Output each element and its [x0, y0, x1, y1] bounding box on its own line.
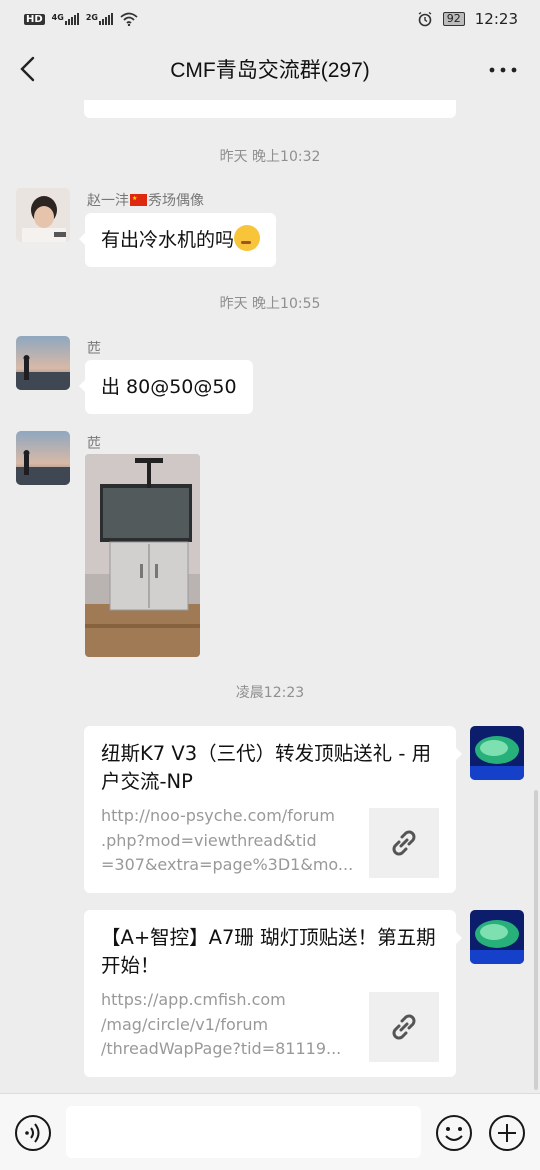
avatar[interactable]: [16, 188, 70, 242]
self-avatar[interactable]: [470, 910, 524, 964]
status-right: 92 12:23: [417, 10, 518, 28]
timestamp: 昨天 晚上10:55: [219, 296, 321, 312]
status-time: 12:23: [474, 10, 518, 28]
sender-name-suffix: 秀场偶像: [148, 193, 204, 209]
card-url-line: http://noo-psyche.com/forum: [101, 806, 335, 825]
chat-title: CMF青岛交流群(297): [170, 59, 370, 82]
status-bar: HD 4G 2G 92 12:23: [0, 0, 540, 38]
sim2-signal-icon: 2G: [86, 13, 113, 25]
more-dots-icon[interactable]: [488, 60, 518, 80]
previous-message-bubble[interactable]: [84, 100, 456, 118]
card-url-line: /threadWapPage?tid=81119...: [101, 1039, 342, 1058]
scrollbar[interactable]: [534, 790, 538, 1090]
message-bubble[interactable]: 出 80@50@50: [79, 360, 253, 414]
link-thumbnail: [369, 808, 439, 878]
message-bubble[interactable]: 有出冷水机的吗: [78, 213, 277, 267]
link-icon: [392, 1014, 416, 1040]
alarm-icon: [418, 11, 432, 27]
card-title: 纽斯K7 V3（三代）转发顶贴送礼 - 用户交流-NP: [101, 742, 432, 793]
chevron-left-icon[interactable]: [14, 52, 44, 86]
link-thumbnail: [369, 992, 439, 1062]
sender-name-part: 赵一沣: [87, 193, 129, 209]
card-url: https://app.cmfish.com /mag/circle/v1/fo…: [101, 988, 355, 1062]
battery-indicator: 92: [442, 12, 465, 26]
flag-icon: ★: [130, 194, 147, 206]
timestamp: 凌晨12:23: [235, 685, 305, 701]
sender-name: 赵一沣 ★ 秀场偶像: [87, 190, 204, 210]
hd-badge: HD: [24, 13, 45, 25]
sender-name: 苉: [87, 436, 101, 452]
card-url-line: =307&extra=page%3D1&mo...: [101, 855, 354, 874]
message-text: 有出冷水机的吗: [101, 229, 235, 251]
chat-header: CMF青岛交流群(297): [0, 38, 540, 100]
link-card[interactable]: 【A+智控】A7珊 瑚灯顶贴送！第五期开始！ https://app.cmfis…: [84, 910, 462, 1077]
emoji-icon[interactable]: [435, 1114, 473, 1152]
avatar[interactable]: [16, 336, 70, 390]
sender-name: 苉: [87, 341, 101, 357]
card-url-line: .php?mod=viewthread&tid: [101, 830, 317, 850]
aquarium-photo[interactable]: [85, 454, 200, 657]
card-url: http://noo-psyche.com/forum .php?mod=vie…: [101, 804, 355, 878]
status-left: HD 4G 2G: [24, 12, 138, 26]
sim1-signal-icon: 4G: [52, 13, 79, 25]
sim2-label: 2G: [85, 13, 98, 22]
sim1-label: 4G: [51, 13, 64, 22]
card-url-line: https://app.cmfish.com: [101, 990, 286, 1009]
self-avatar[interactable]: [470, 726, 524, 780]
voice-icon[interactable]: [14, 1114, 52, 1152]
timestamp: 昨天 晚上10:32: [219, 149, 321, 165]
card-url-line: /mag/circle/v1/forum: [101, 1014, 269, 1034]
message-text: 出 80@50@50: [101, 376, 237, 398]
avatar[interactable]: [16, 431, 70, 485]
link-icon: [392, 830, 416, 856]
card-title: 【A+智控】A7珊 瑚灯顶贴送！第五期开始！: [101, 926, 436, 977]
wifi-icon: [120, 12, 138, 26]
plus-icon[interactable]: [488, 1114, 526, 1152]
message-input[interactable]: [66, 1106, 421, 1158]
input-bar: [0, 1093, 540, 1170]
link-card[interactable]: 纽斯K7 V3（三代）转发顶贴送礼 - 用户交流-NP http://noo-p…: [84, 726, 462, 893]
chat-messages[interactable]: 昨天 晚上10:32 赵一沣 ★ 秀场偶像 有出冷水机的吗 昨天 晚上10:55 苉…: [0, 100, 540, 1093]
smiley-emoji-icon: [234, 225, 261, 251]
